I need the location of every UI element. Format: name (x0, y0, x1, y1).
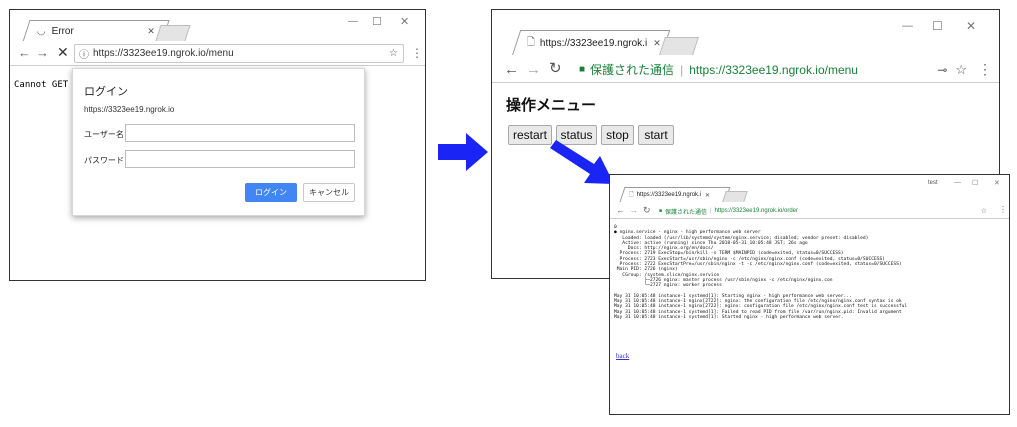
page-text: Cannot GET / (14, 80, 80, 90)
tab-error[interactable]: ◡ Error ✕ (22, 20, 170, 42)
login-button[interactable]: ログイン (245, 183, 297, 202)
reload-icon[interactable]: ↻ (549, 61, 562, 76)
password-field[interactable] (125, 150, 355, 168)
back-icon[interactable]: ← (504, 62, 519, 77)
toolbar: ← → ↻ ■ 保護された通信 | https://3323ee19.ngrok… (492, 55, 999, 83)
arrow-right-icon (438, 133, 488, 171)
tab-order[interactable]: 🗋 https://3323ee19.ngrok.i ✕ (619, 187, 731, 202)
new-tab-button[interactable] (659, 37, 699, 55)
address-text: https://3323ee19.ngrok.io/menu (689, 62, 858, 77)
dialog-origin: https://3323ee19.ngrok.io (84, 105, 175, 114)
close-window-icon[interactable]: ✕ (966, 19, 976, 33)
username-field[interactable] (125, 124, 355, 142)
minimize-icon[interactable]: — (348, 16, 358, 27)
title-bar: 🗋 https://3323ee19.ngrok.i ✕ test — ☐ ✕ (610, 175, 1009, 202)
maximize-icon[interactable]: ☐ (932, 19, 943, 33)
secure-label: 保護された通信 (665, 209, 708, 216)
menu-icon[interactable]: ⋮ (978, 61, 992, 78)
separator: | (680, 62, 684, 77)
new-tab-button[interactable] (155, 25, 191, 41)
tab-title: Error (51, 26, 74, 37)
restart-button[interactable]: restart (508, 125, 552, 145)
command-output: 0 ● nginx.service - nginx - high performa… (614, 225, 1007, 320)
minimize-icon[interactable]: — (954, 179, 961, 186)
start-button[interactable]: start (638, 125, 674, 145)
menu-icon[interactable]: ⋮ (411, 46, 423, 60)
address-text: https://3323ee19.ngrok.io/menu (93, 48, 234, 59)
back-icon[interactable]: ← (616, 206, 625, 215)
address-bar[interactable]: ■ 保護された通信 | https://3323ee19.ngrok.io/or… (655, 205, 991, 217)
address-bar[interactable]: ⓘ https://3323ee19.ngrok.io/menu ☆ (74, 44, 404, 63)
toolbar: ← → ↻ ■ 保護された通信 | https://3323ee19.ngrok… (610, 203, 1009, 219)
tab-menu[interactable]: 🗋 https://3323ee19.ngrok.i ✕ (511, 30, 671, 56)
close-window-icon[interactable]: ✕ (400, 15, 409, 28)
password-label: パスワード (84, 156, 124, 165)
page-heading: 操作メニュー (506, 97, 597, 114)
minimize-icon[interactable]: — (902, 20, 913, 32)
title-bar: ◡ Error ✕ — ☐ ✕ (10, 10, 425, 42)
key-icon[interactable]: ⊸ (937, 63, 947, 77)
stop-icon[interactable]: ✕ (57, 45, 69, 59)
close-tab-icon[interactable]: ✕ (147, 26, 155, 37)
reload-icon[interactable]: ↻ (643, 206, 651, 215)
back-link[interactable]: back (616, 352, 629, 360)
address-bar[interactable]: ■ 保護された通信 | https://3323ee19.ngrok.io/me… (572, 59, 972, 80)
title-bar: 🗋 https://3323ee19.ngrok.i ✕ — ☐ ✕ (492, 10, 999, 56)
close-tab-icon[interactable]: ✕ (705, 192, 710, 199)
secure-label: 保護された通信 (590, 63, 675, 77)
star-icon[interactable]: ☆ (389, 48, 398, 59)
address-text: https://3323ee19.ngrok.io/order (714, 208, 798, 214)
login-dialog: ログイン https://3323ee19.ngrok.io ユーザー名 パスワ… (72, 68, 365, 216)
page-icon: 🗋 (628, 192, 634, 198)
menu-icon[interactable]: ⋮ (999, 205, 1007, 214)
browser-window-error: ◡ Error ✕ — ☐ ✕ ← → ✕ ⓘ https://3323ee19… (9, 9, 426, 281)
info-icon: ⓘ (79, 50, 89, 61)
page-icon: 🗋 (526, 37, 535, 48)
output-line: May 31 10:05:48 instance-1 systemd[1]: S… (614, 315, 844, 321)
forward-icon[interactable]: → (629, 206, 638, 215)
close-window-icon[interactable]: ✕ (994, 179, 1000, 187)
star-icon[interactable]: ☆ (955, 62, 967, 78)
tab-title: https://3323ee19.ngrok.i (636, 192, 702, 198)
browser-window-order: 🗋 https://3323ee19.ngrok.i ✕ test — ☐ ✕ … (609, 174, 1010, 415)
lock-icon: ■ (579, 64, 586, 75)
close-tab-icon[interactable]: ✕ (653, 38, 661, 49)
loading-icon: ◡ (36, 26, 46, 37)
forward-icon[interactable]: → (526, 62, 541, 77)
username-label: ユーザー名 (84, 130, 124, 139)
new-tab-button[interactable] (722, 191, 748, 202)
maximize-icon[interactable]: ☐ (972, 179, 978, 187)
cancel-button[interactable]: キャンセル (303, 183, 355, 202)
dialog-title: ログイン (84, 86, 128, 98)
separator: | (710, 208, 712, 214)
tab-title: https://3323ee19.ngrok.i (539, 38, 648, 49)
forward-icon[interactable]: → (36, 46, 49, 59)
back-icon[interactable]: ← (18, 46, 31, 59)
profile-label: test (928, 180, 938, 186)
lock-icon: ■ (659, 208, 663, 214)
star-icon[interactable]: ☆ (981, 207, 987, 215)
toolbar: ← → ✕ ⓘ https://3323ee19.ngrok.io/menu ☆… (10, 41, 425, 66)
maximize-icon[interactable]: ☐ (372, 15, 382, 28)
